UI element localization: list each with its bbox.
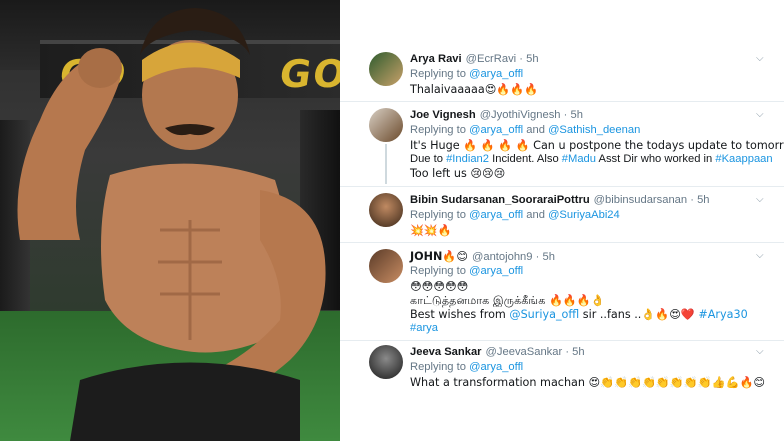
tweet-photo: GO GO	[0, 0, 340, 441]
thread-line	[385, 144, 387, 184]
hashtag-link[interactable]: #Arya30	[698, 308, 747, 321]
avatar[interactable]	[369, 108, 403, 142]
flexing-man-illustration	[17, 8, 326, 441]
chevron-down-icon[interactable]: ⌵	[756, 195, 766, 205]
chevron-down-icon[interactable]: ⌵	[756, 54, 766, 64]
user-name[interactable]: Joe Vignesh	[410, 109, 476, 121]
mention-link[interactable]: @Sathish_deenan	[548, 124, 640, 136]
tweet-reply[interactable]: Joe Vignesh @JyothiVignesh · 5h ⌵ Replyin…	[340, 102, 784, 186]
tweet-replies-panel: Arya Ravi @EcrRavi · 5h ⌵ Replying to @ar…	[340, 0, 784, 441]
mention-link[interactable]: @arya_offl	[469, 361, 523, 373]
text-segment: sir ..fans ..👌🔥😍❤️	[579, 308, 699, 321]
replying-to-label: Replying to	[410, 361, 466, 373]
replying-to-label: Replying to	[410, 68, 466, 80]
text-segment: Best wishes from	[410, 308, 510, 321]
chevron-down-icon[interactable]: ⌵	[756, 251, 766, 261]
tweet-text: Due to #Indian2 Incident. Also #Madu Ass…	[410, 153, 773, 165]
mention-link[interactable]: @Suriya_offl	[509, 308, 579, 321]
mention-link[interactable]: @arya_offl	[469, 124, 523, 136]
hashtag-link[interactable]: #arya	[410, 322, 438, 334]
mention-link[interactable]: @arya_offl	[469, 209, 523, 221]
replying-to-label: Replying to	[410, 209, 466, 221]
user-handle[interactable]: @antojohn9	[472, 251, 533, 263]
timestamp[interactable]: 5h	[570, 109, 582, 121]
and-label: and	[526, 124, 545, 136]
tweet-text: It's Huge 🔥 🔥 🔥 🔥 Can u postpone the tod…	[410, 139, 784, 152]
timestamp[interactable]: 5h	[572, 346, 584, 358]
user-handle[interactable]: @bibinsudarsanan	[594, 194, 687, 206]
mention-link[interactable]: @SuriyaAbi24	[548, 209, 620, 221]
chevron-down-icon[interactable]: ⌵	[756, 347, 766, 357]
hashtag-link[interactable]: #Madu	[562, 153, 596, 165]
user-name[interactable]: JOHN🔥😊	[410, 250, 468, 263]
avatar[interactable]	[369, 52, 403, 86]
replying-to-label: Replying to	[410, 124, 466, 136]
tweet-text: Too left us 😢😢😢	[410, 167, 506, 180]
text-segment: Due to	[410, 153, 447, 165]
text-segment: Asst Dir who worked in	[596, 153, 716, 165]
user-handle[interactable]: @JeevaSankar	[486, 346, 563, 358]
mention-link[interactable]: @arya_offl	[469, 265, 523, 277]
timestamp[interactable]: 5h	[542, 251, 554, 263]
timestamp[interactable]: 5h	[526, 53, 538, 65]
chevron-down-icon[interactable]: ⌵	[756, 110, 766, 120]
user-name[interactable]: Bibin Sudarsanan_SooraraiPottru	[410, 194, 590, 206]
hashtag-link[interactable]: #Kaappaan	[715, 153, 772, 165]
tweet-text: காட்டுத்தனமாக இருக்கீங்க 🔥🔥🔥👌	[410, 294, 605, 307]
tweet-reply[interactable]: Jeeva Sankar @JeevaSankar · 5h ⌵ Replying…	[340, 341, 784, 401]
user-name[interactable]: Jeeva Sankar	[410, 346, 482, 358]
tweet-reply[interactable]: JOHN🔥😊 @antojohn9 · 5h ⌵ Replying to @ary…	[340, 243, 784, 340]
tweet-text: Best wishes from @Suriya_offl sir ..fans…	[410, 308, 748, 321]
tweet-text: Thalaivaaaaa😍🔥🔥🔥	[410, 83, 539, 96]
avatar[interactable]	[369, 345, 403, 379]
replying-to-label: Replying to	[410, 265, 466, 277]
timestamp[interactable]: 5h	[697, 194, 709, 206]
mention-link[interactable]: @arya_offl	[469, 68, 523, 80]
tweet-text: 💥💥🔥	[410, 224, 452, 237]
and-label: and	[526, 209, 545, 221]
tweet-text: 😳😳😳😳😳	[410, 280, 469, 293]
avatar[interactable]	[369, 193, 403, 227]
user-handle[interactable]: @JyothiVignesh	[480, 109, 561, 121]
tweet-reply[interactable]: Bibin Sudarsanan_SooraraiPottru @bibinsud…	[340, 187, 784, 242]
hashtag-link[interactable]: #Indian2	[446, 153, 489, 165]
avatar[interactable]	[369, 249, 403, 283]
tweet-reply[interactable]: Arya Ravi @EcrRavi · 5h ⌵ Replying to @ar…	[340, 0, 784, 100]
user-name[interactable]: Arya Ravi	[410, 53, 462, 65]
tweet-text: What a transformation machan 😍👏👏👏👏👏👏👏👏👍💪…	[410, 376, 766, 389]
text-segment: Incident. Also	[489, 153, 562, 165]
user-handle[interactable]: @EcrRavi	[466, 53, 517, 65]
